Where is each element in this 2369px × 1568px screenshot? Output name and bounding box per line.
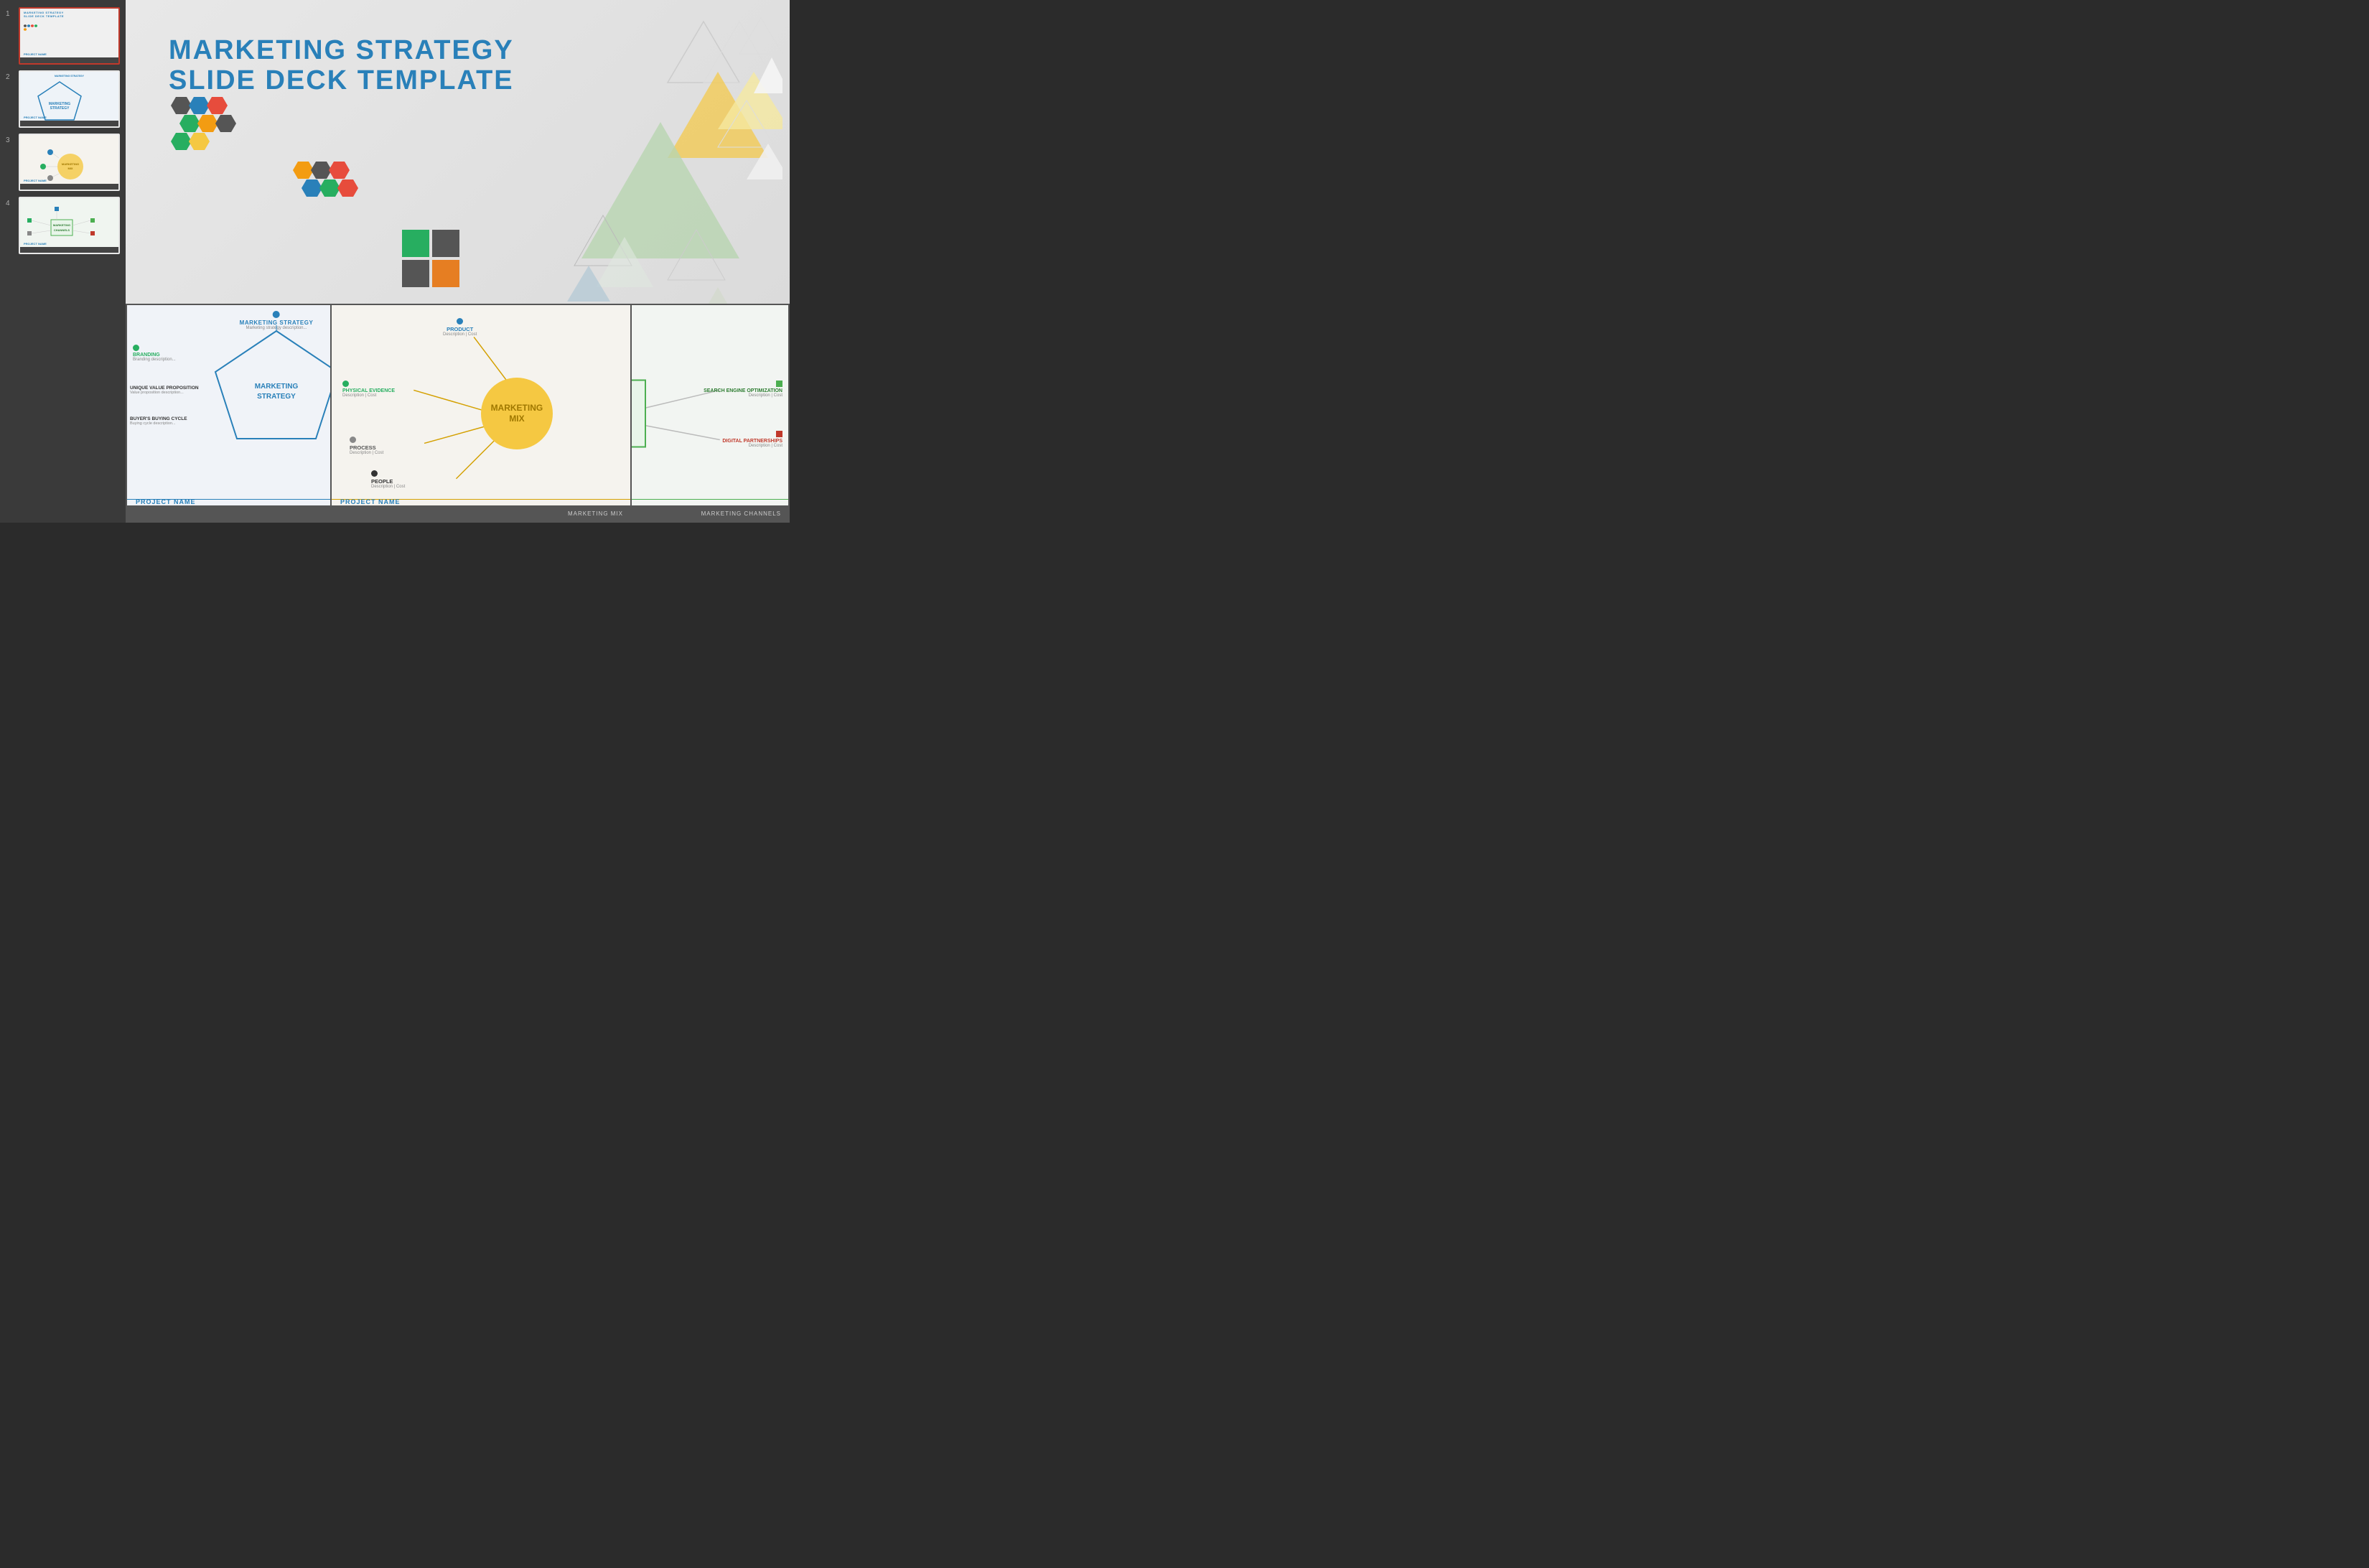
slide-thumb-3[interactable]: 3 MARKETING MIX PROJECT NAME xyxy=(6,134,120,191)
svg-text:STRATEGY: STRATEGY xyxy=(257,393,296,401)
main-content: MARKETING STRATEGY SLIDE DECK TEMPLATE P… xyxy=(126,0,790,523)
slide-thumb-4[interactable]: 4 MARKETING CHANNELS xyxy=(6,197,120,254)
s2-project-name: PROJECT NAME xyxy=(136,498,196,505)
s2-value-prop-node: UNIQUE VALUE PROPOSITION Value propositi… xyxy=(130,386,199,395)
slide-title-line1: MARKETING STRATEGY xyxy=(169,36,514,66)
slide-thumbnail-2[interactable]: MARKETING STRATEGY MARKETING STRATEGY PR… xyxy=(19,70,120,128)
svg-text:CHANNELS: CHANNELS xyxy=(54,228,70,232)
slide-thumbnail-1[interactable]: MARKETING STRATEGYSLIDE DECK TEMPLATE PR… xyxy=(19,7,120,65)
slide-thumb-1[interactable]: 1 MARKETING STRATEGYSLIDE DECK TEMPLATE … xyxy=(6,7,120,65)
bottom-slides: MARKETING STRATEGY Marketing strategy de… xyxy=(126,300,790,523)
svg-text:MARKETING: MARKETING xyxy=(53,223,70,227)
slide-number-4: 4 xyxy=(6,200,14,207)
s2-branding-node: BRANDING Branding description... xyxy=(133,345,176,362)
thumb-footer-4 xyxy=(20,247,118,253)
slide-number-2: 2 xyxy=(6,73,14,81)
s3-people-node: PEOPLE Description | Cost xyxy=(371,470,405,489)
slide-panel: 1 MARKETING STRATEGYSLIDE DECK TEMPLATE … xyxy=(0,0,126,523)
thumb-project-4: PROJECT NAME xyxy=(24,242,47,246)
slide-title-block: MARKETING STRATEGY SLIDE DECK TEMPLATE xyxy=(169,36,514,96)
thumb-project-1: PROJECT NAME xyxy=(24,52,47,56)
slide-number-3: 3 xyxy=(6,136,14,144)
slide-number-1: 1 xyxy=(6,10,14,18)
s3-product-node: PRODUCT Description | Cost xyxy=(443,318,477,337)
slide-thumb-2[interactable]: 2 MARKETING STRATEGY MARKETING STRATEGY … xyxy=(6,70,120,128)
s3-center-text-line1: MARKETING xyxy=(491,403,543,413)
s3-physical-evidence-node: PHYSICAL EVIDENCE Description | Cost xyxy=(342,381,395,398)
thumb-footer-2 xyxy=(20,121,118,126)
thumb-footer-1 xyxy=(20,57,118,63)
thumb-project-2: PROJECT NAME xyxy=(24,116,47,119)
svg-text:MARKETING: MARKETING xyxy=(62,162,79,166)
svg-text:MARKETING: MARKETING xyxy=(255,383,299,391)
svg-text:STRATEGY: STRATEGY xyxy=(50,106,70,111)
s4-seo-node: SEARCH ENGINE OPTIMIZATION Description |… xyxy=(704,381,782,398)
thumb-project-3: PROJECT NAME xyxy=(24,179,47,182)
hex-cluster-top xyxy=(162,93,262,169)
s3-center-text-line2: MIX xyxy=(509,414,524,424)
svg-text:MIX: MIX xyxy=(67,167,73,170)
s2-buying-cycle-node: BUYER'S BUYING CYCLE Buying cycle descri… xyxy=(130,416,187,426)
hex-cluster-bottom xyxy=(284,158,370,226)
slide-thumbnail-3[interactable]: MARKETING MIX PROJECT NAME xyxy=(19,134,120,191)
slide-title-line2: SLIDE DECK TEMPLATE xyxy=(169,66,514,96)
s4-digital-node: DIGITAL PARTNERSHIPS Description | Cost xyxy=(722,431,782,448)
slide-thumbnail-4[interactable]: MARKETING CHANNELS PROJECT NAME xyxy=(19,197,120,254)
slide-marketing-mix: MARKETING MIX xyxy=(330,304,632,523)
sq-cluster xyxy=(402,230,474,291)
thumb-title-1: MARKETING STRATEGYSLIDE DECK TEMPLATE xyxy=(24,11,64,19)
thumb-footer-3 xyxy=(20,184,118,190)
s3-process-node: PROCESS Description | Cost xyxy=(350,437,383,455)
primary-slide: MARKETING STRATEGY SLIDE DECK TEMPLATE P… xyxy=(126,0,790,523)
